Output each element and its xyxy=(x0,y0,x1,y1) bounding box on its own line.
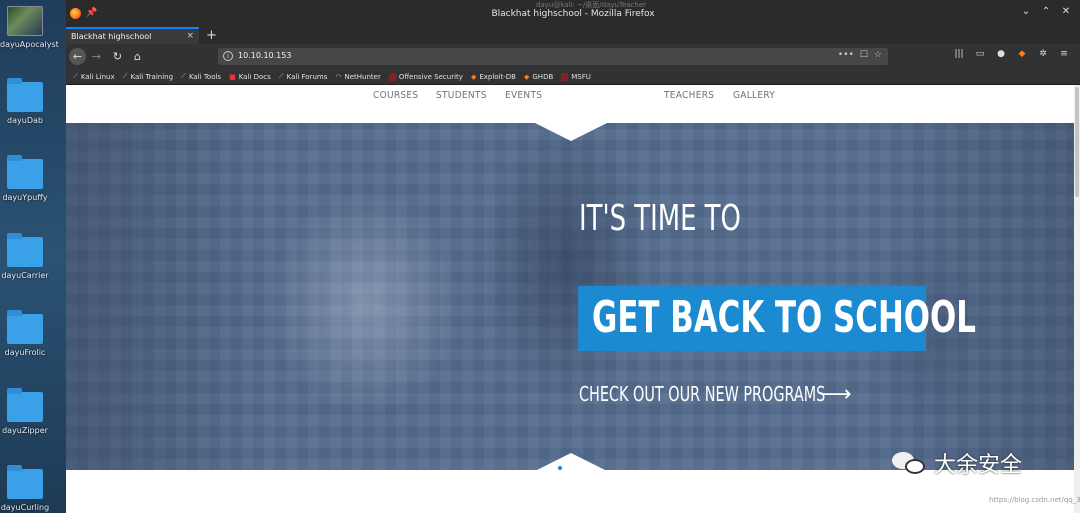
hero-heading-line1: IT'S TIME TO xyxy=(579,198,741,239)
folder-icon xyxy=(7,310,43,344)
slider-dot-3[interactable] xyxy=(578,464,586,472)
close-icon[interactable]: ✕ xyxy=(1060,6,1072,17)
desktop-icon-curling[interactable]: dayuCurling xyxy=(0,465,50,512)
bookmark-nethunter[interactable]: ◠ NetHunter xyxy=(335,73,380,81)
maximize-icon[interactable]: ⌃ xyxy=(1040,6,1052,17)
kali-icon: ⟋ xyxy=(73,72,78,80)
folder-icon xyxy=(7,155,43,189)
bookmark-kali-linux[interactable]: ⟋ Kali Linux xyxy=(73,72,115,81)
watermark-text: 大余安全 xyxy=(934,453,1023,478)
slider-dot-1[interactable] xyxy=(556,464,564,472)
bookmark-kali-training[interactable]: ⟋ Kali Training xyxy=(123,72,173,81)
desktop-icon-label: dayuCarrier xyxy=(1,271,49,280)
site-nav: COURSES STUDENTS EVENTS TEACHERS GALLERY xyxy=(66,85,1066,123)
kali-icon: ⟋ xyxy=(278,72,284,80)
tab-close-icon[interactable]: × xyxy=(186,31,194,41)
nav-courses[interactable]: COURSES xyxy=(373,90,418,101)
desktop-icon-apocalyst[interactable]: dayuApocalyst xyxy=(0,6,59,49)
bookmark-kali-forums[interactable]: ⟋ Kali Forums xyxy=(279,72,328,81)
window-controls: ⌄ ⌃ ✕ xyxy=(1020,6,1072,17)
desktop-icon-frolic[interactable]: dayuFrolic xyxy=(0,310,50,357)
folder-icon xyxy=(7,78,43,112)
navigation-toolbar: ← → ↻ ⌂ i 10.10.10.153 ••• ☐ ☆ ||| ▭ ● ◆… xyxy=(66,44,1080,69)
desktop-icon-carrier[interactable]: dayuCarrier xyxy=(0,233,50,280)
bookmark-kali-tools[interactable]: ⟋ Kali Tools xyxy=(181,72,221,81)
bookmark-exploit-db[interactable]: ◆ Exploit-DB xyxy=(471,73,516,81)
desktop-icon-label: dayuDab xyxy=(7,116,43,125)
wechat-icon xyxy=(892,450,928,476)
title-bar: 📌 dayu@kali: ~/桌面/dayuTeacher Blackhat h… xyxy=(66,0,1080,27)
account-icon[interactable]: ● xyxy=(995,49,1007,59)
offsec-icon xyxy=(388,72,396,81)
new-tab-button[interactable]: + xyxy=(206,27,217,44)
window-title: Blackhat highschool - Mozilla Firefox xyxy=(491,9,655,19)
hero-top-notch xyxy=(535,123,607,141)
minimize-icon[interactable]: ⌄ xyxy=(1020,6,1032,17)
desktop-icon-label: dayuCurling xyxy=(0,503,50,512)
back-button[interactable]: ← xyxy=(69,48,86,65)
pocket-icon[interactable]: ☐ xyxy=(860,50,868,60)
hero-heading-line2: GET BACK TO SCHOOL xyxy=(592,292,976,343)
nethunter-icon: ◠ xyxy=(335,72,342,81)
folder-icon xyxy=(7,465,43,499)
bookmark-msfu[interactable]: MSFU xyxy=(561,72,591,81)
tab-blackhat-highschool[interactable]: Blackhat highschool × xyxy=(66,27,199,44)
desktop-icon-dab[interactable]: dayuDab xyxy=(0,78,50,125)
kali-icon: ⟋ xyxy=(181,72,186,80)
library-icon[interactable]: ||| xyxy=(953,49,965,59)
menu-icon[interactable]: ≡ xyxy=(1058,49,1070,59)
exploit-db-icon: ◆ xyxy=(470,72,477,81)
bookmark-ghdb[interactable]: ◆ GHDB xyxy=(524,73,553,81)
url-text[interactable]: 10.10.10.153 xyxy=(238,51,291,60)
image-folder-icon xyxy=(7,6,43,36)
desktop: dayuApocalyst dayuDab dayuYpuffy dayuCar… xyxy=(0,0,66,513)
folder-icon xyxy=(7,388,43,422)
msfu-icon xyxy=(561,72,569,81)
slider-dots xyxy=(556,464,586,472)
desktop-icon-label: dayuYpuffy xyxy=(2,193,48,202)
bookmark-kali-docs[interactable]: ■ Kali Docs xyxy=(229,73,271,81)
nav-students[interactable]: STUDENTS xyxy=(436,90,487,101)
url-bar[interactable]: i 10.10.10.153 ••• ☐ ☆ xyxy=(218,48,888,65)
slider-dot-2[interactable] xyxy=(567,464,575,472)
extension-gear-icon[interactable]: ✲ xyxy=(1037,49,1049,59)
extension-icon[interactable]: ◆ xyxy=(1016,49,1028,59)
kali-docs-icon: ■ xyxy=(229,72,236,81)
folder-icon xyxy=(7,233,43,267)
nav-events[interactable]: EVENTS xyxy=(505,90,542,101)
desktop-icon-label: dayuZipper xyxy=(2,426,48,435)
hero-cta-link[interactable]: CHECK OUT OUR NEW PROGRAMS xyxy=(579,382,825,406)
bookmark-offensive-security[interactable]: Offensive Security xyxy=(388,72,463,81)
hero-slider: IT'S TIME TO GET BACK TO SCHOOL CHECK OU… xyxy=(66,123,1075,470)
page-actions-icon[interactable]: ••• xyxy=(838,50,854,60)
toolbar-right: ||| ▭ ● ◆ ✲ ≡ xyxy=(953,49,1070,59)
site-info-icon[interactable]: i xyxy=(223,51,233,61)
tab-title: Blackhat highschool xyxy=(71,32,152,41)
desktop-icon-ypuffy[interactable]: dayuYpuffy xyxy=(0,155,50,202)
desktop-icon-label: dayuFrolic xyxy=(4,348,46,357)
browser-window: 📌 dayu@kali: ~/桌面/dayuTeacher Blackhat h… xyxy=(66,0,1080,513)
ghdb-icon: ◆ xyxy=(523,72,530,81)
bookmarks-toolbar: ⟋ Kali Linux ⟋ Kali Training ⟋ Kali Tools ■… xyxy=(66,69,1080,85)
sidebar-icon[interactable]: ▭ xyxy=(974,49,986,59)
watermark: 大余安全 xyxy=(892,447,1022,479)
desktop-icon-zipper[interactable]: dayuZipper xyxy=(0,388,50,435)
page-scrollbar[interactable] xyxy=(1074,85,1080,513)
desktop-icon-label: dayuApocalyst xyxy=(0,40,59,49)
url-actions: ••• ☐ ☆ xyxy=(838,50,882,60)
hero-highlight-box: GET BACK TO SCHOOL xyxy=(578,286,976,351)
nav-gallery[interactable]: GALLERY xyxy=(733,90,775,101)
home-button[interactable]: ⌂ xyxy=(129,48,146,65)
tab-bar: Blackhat highschool × + xyxy=(66,27,1080,44)
kali-icon: ⟋ xyxy=(122,72,128,80)
arrow-right-icon[interactable]: ⟶ xyxy=(820,384,852,406)
scrollbar-thumb[interactable] xyxy=(1075,87,1079,197)
forward-button[interactable]: → xyxy=(88,48,105,65)
bookmark-star-icon[interactable]: ☆ xyxy=(874,50,882,60)
nav-teachers[interactable]: TEACHERS xyxy=(664,90,714,101)
watermark-url: https://blog.csdn.net/qq_34801745 xyxy=(989,496,1080,504)
reload-button[interactable]: ↻ xyxy=(109,48,126,65)
